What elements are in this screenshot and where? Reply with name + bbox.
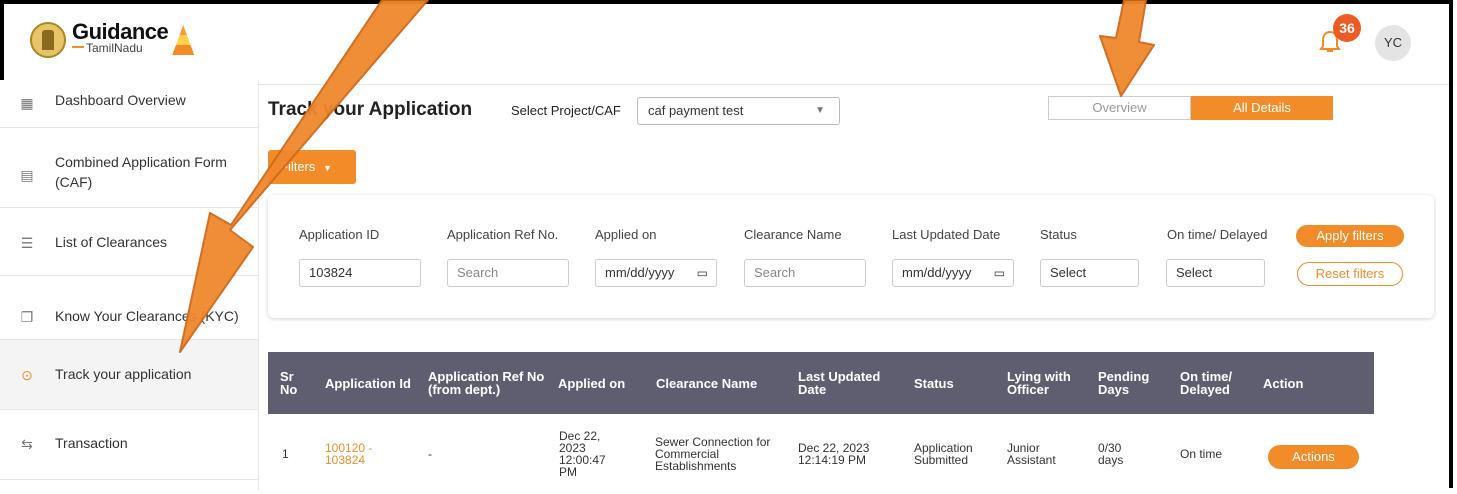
sidebar-item-label: Track your application: [55, 366, 192, 382]
th-pending-days: Pending Days: [1098, 369, 1150, 397]
chevron-down-icon: ▼: [815, 105, 825, 116]
table-header: Sr No Application Id Application Ref No …: [268, 352, 1374, 414]
cell-application-id-link[interactable]: 100120 - 103824: [325, 414, 395, 494]
sidebar-item-label: List of Clearances: [55, 234, 168, 250]
th-status: Status: [914, 375, 954, 391]
cell-applied-on: Dec 22, 2023 12:00:47 PM: [559, 429, 606, 479]
th-applied-on: Applied on: [558, 375, 626, 391]
dashboard-icon: ▦: [20, 95, 34, 111]
project-select-value: caf payment test: [648, 103, 744, 118]
ontime-select[interactable]: Select: [1166, 259, 1265, 287]
guidance-logo[interactable]: Guidance TamilNadu: [30, 19, 195, 58]
filter-label-ref-no: Application Ref No.: [447, 227, 559, 242]
application-id-input[interactable]: 103824: [299, 259, 421, 287]
filter-label-ontime: On time/ Delayed: [1167, 227, 1268, 242]
th-last-updated: Last Updated Date: [798, 369, 881, 397]
select-project-label: Select Project/CAF: [511, 103, 621, 118]
sidebar-item-label: Know Your Clearances (KYC): [55, 308, 239, 324]
th-ref-no: Application Ref No (from dept.): [428, 369, 545, 397]
filters-button-label: Filters: [280, 159, 316, 174]
filter-label-status: Status: [1040, 227, 1077, 242]
tab-all-details[interactable]: All Details: [1191, 96, 1333, 120]
list-icon: ☰: [20, 235, 34, 251]
last-updated-date-value: mm/dd/yyyy: [902, 265, 972, 280]
filter-label-application-id: Application ID: [299, 227, 380, 242]
table-row: 1 100120 - 103824 - Dec 22, 2023 12:00:4…: [268, 414, 1374, 494]
location-pin-icon: ⊙: [21, 367, 33, 383]
logo-text: Guidance TamilNadu: [72, 19, 169, 56]
filter-label-clearance-name: Clearance Name: [744, 227, 842, 242]
tamilnadu-emblem-icon: [30, 22, 66, 58]
th-clearance-name: Clearance Name: [656, 375, 758, 391]
apply-filters-button[interactable]: Apply filters: [1296, 225, 1404, 247]
cell-pending-days: 0/30 days: [1098, 441, 1124, 467]
page-title: Track your Application: [268, 99, 473, 120]
clearance-name-search-input[interactable]: Search: [744, 259, 866, 287]
cell-last-updated: Dec 22, 2023 12:14:19 PM: [798, 441, 870, 467]
filter-panel: [268, 195, 1434, 318]
cell-ontime: On time: [1180, 447, 1223, 461]
filters-button[interactable]: Filters ▼: [268, 150, 356, 184]
tab-overview[interactable]: Overview: [1048, 96, 1191, 120]
sidebar-item-caf[interactable]: ▤ Combined Application Form (CAF): [0, 128, 258, 208]
sidebar-item-track-application[interactable]: ⊙ Track your application: [0, 340, 258, 410]
document-icon: ▤: [20, 167, 34, 183]
project-select[interactable]: caf payment test ▼: [637, 97, 840, 125]
sidebar-item-label: Transaction: [55, 435, 128, 451]
calendar-icon[interactable]: ▭: [697, 260, 708, 286]
filter-label-applied-on: Applied on: [595, 227, 657, 242]
applied-on-date-value: mm/dd/yyyy: [605, 265, 675, 280]
row-actions-button[interactable]: Actions: [1268, 445, 1359, 469]
th-action: Action: [1263, 375, 1304, 391]
th-officer: Lying with Officer: [1007, 369, 1071, 397]
user-avatar[interactable]: YC: [1375, 25, 1411, 61]
sidebar-item-label: Dashboard Overview: [55, 92, 186, 108]
cell-ref-no: -: [428, 447, 432, 461]
cell-clearance-name: Sewer Connection for Commercial Establis…: [655, 435, 771, 473]
notification-count-badge[interactable]: 36: [1333, 14, 1361, 42]
logo-title: Guidance: [72, 19, 169, 44]
ref-no-search-input[interactable]: Search: [447, 259, 569, 287]
th-application-id: Application Id: [325, 375, 411, 391]
logo-flame-icon: [172, 25, 195, 55]
sidebar: ▦ Dashboard Overview ▤ Combined Applicat…: [0, 80, 259, 490]
th-ontime: On time/ Delayed: [1180, 369, 1233, 397]
sidebar-item-dashboard-overview[interactable]: ▦ Dashboard Overview: [0, 80, 258, 128]
sidebar-item-transaction[interactable]: ⇆ Transaction: [0, 410, 258, 480]
status-select[interactable]: Select: [1040, 259, 1139, 287]
last-updated-date-input[interactable]: mm/dd/yyyy ▭: [892, 259, 1014, 287]
reset-filters-button[interactable]: Reset filters: [1297, 262, 1403, 286]
filter-label-last-updated: Last Updated Date: [892, 227, 1001, 242]
logo-subtitle: TamilNadu: [72, 40, 168, 56]
sidebar-item-kyc[interactable]: ❐ Know Your Clearances (KYC): [0, 276, 258, 340]
book-icon: ❐: [20, 309, 34, 325]
cell-officer: Junior Assistant: [1007, 441, 1056, 467]
applied-on-date-input[interactable]: mm/dd/yyyy ▭: [595, 259, 717, 287]
sidebar-item-label: Combined Application Form (CAF): [55, 154, 227, 190]
top-header: Guidance TamilNadu: [4, 4, 1449, 85]
transaction-icon: ⇆: [21, 436, 33, 452]
calendar-icon[interactable]: ▭: [994, 260, 1005, 286]
caret-down-icon: ▼: [323, 163, 332, 173]
sidebar-item-list-of-clearances[interactable]: ☰ List of Clearances: [0, 208, 258, 276]
cell-sr: 1: [282, 447, 289, 461]
th-sr-no: Sr No: [280, 369, 298, 397]
cell-status: Application Submitted: [914, 441, 973, 467]
